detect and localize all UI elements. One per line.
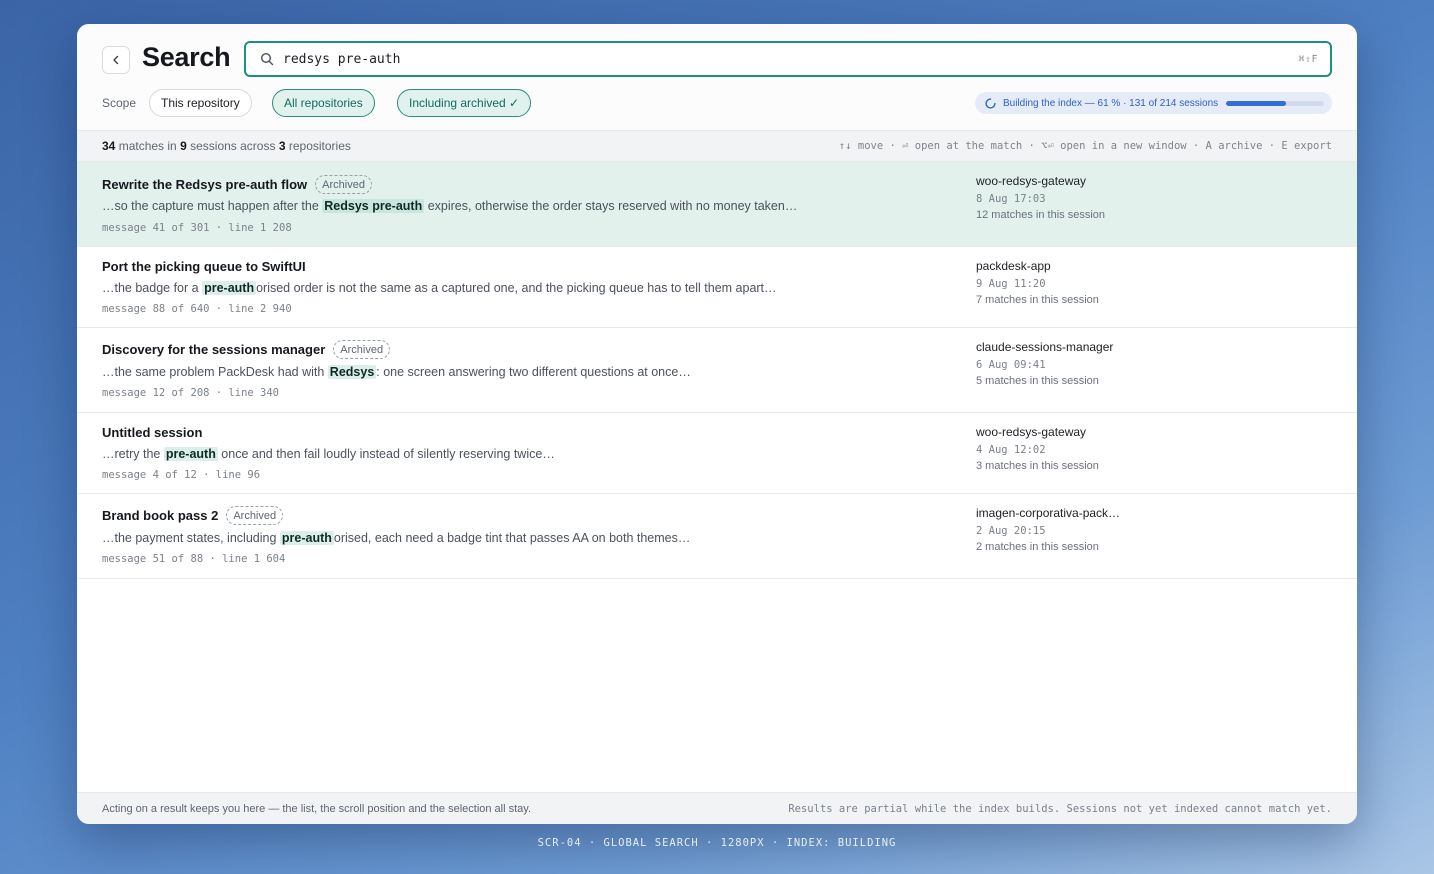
result-repo: woo-redsys-gateway [976, 174, 1087, 188]
results-list: Rewrite the Redsys pre-auth flow Archive… [77, 162, 1357, 579]
scope-this-repository-chip[interactable]: This repository [149, 89, 252, 117]
repository-count-label: repositories [288, 139, 351, 153]
archived-badge: Archived [315, 175, 372, 194]
result-snippet: …retry the pre-auth once and then fail l… [102, 447, 555, 461]
repository-count: 3 [278, 139, 286, 153]
result-snippet: …the badge for a pre-auth orised order is… [102, 281, 777, 295]
scope-label: Scope [102, 96, 137, 110]
snippet-match: pre-auth [279, 531, 334, 545]
screen-caption: SCR-04 · GLOBAL SEARCH · 1280PX · INDEX:… [537, 837, 897, 849]
result-repo: woo-redsys-gateway [976, 425, 1087, 439]
snippet-after: : one screen answering two different que… [376, 365, 691, 379]
result-match-count: 5 matches in this session [976, 375, 1099, 387]
footer-note: Acting on a result keeps you here — the … [102, 803, 532, 815]
result-row[interactable]: Discovery for the sessions manager Archi… [77, 328, 1357, 413]
snippet-after: expires, otherwise the order stays reser… [424, 199, 798, 213]
result-date: 9 Aug 11:20 [976, 278, 1046, 290]
result-repo: packdesk-app [976, 259, 1051, 273]
result-match-count: 2 matches in this session [976, 541, 1099, 553]
result-location: message 51 of 88 · line 1 604 [102, 553, 286, 565]
result-repo: claude-sessions-manager [976, 340, 1114, 354]
result-title: Rewrite the Redsys pre-auth flow [102, 177, 308, 192]
result-location: message 4 of 12 · line 96 [102, 469, 261, 481]
index-progress-fill [1226, 100, 1286, 106]
footer-index-note: Results are partial while the index buil… [788, 803, 1332, 815]
page-title: Search [142, 42, 231, 72]
result-title: Untitled session [102, 425, 203, 440]
match-count-label: matches in [118, 139, 177, 153]
search-field[interactable]: ⌘⇧F [244, 41, 1332, 77]
scope-all-repositories-chip[interactable]: All repositories [272, 89, 375, 117]
snippet-before: …retry the [102, 447, 164, 461]
spinner-icon [985, 97, 996, 109]
search-icon [260, 52, 274, 66]
archived-badge: Archived [226, 506, 284, 525]
snippet-before: …the same problem PackDesk had with [102, 365, 328, 379]
result-match-count: 7 matches in this session [976, 294, 1099, 306]
search-window: Search ⌘⇧F Scope This repository All rep… [77, 24, 1357, 824]
results-summary-bar: 34 matches in 9 sessions across 3 reposi… [77, 130, 1357, 162]
snippet-match: pre-auth [202, 281, 257, 295]
footer-bar: Acting on a result keeps you here — the … [77, 792, 1357, 824]
result-match-count: 12 matches in this session [976, 209, 1106, 221]
result-row[interactable]: Port the picking queue to SwiftUI …the b… [77, 247, 1357, 328]
index-status-text: Building the index — 61 % · 131 of 214 s… [1003, 97, 1219, 109]
session-count: 9 [180, 139, 187, 153]
snippet-before: …the payment states, including [102, 531, 280, 545]
snippet-before: …the badge for a [102, 281, 203, 295]
match-count: 34 [102, 139, 116, 153]
result-date: 8 Aug 17:03 [976, 193, 1046, 205]
back-button[interactable] [102, 46, 130, 74]
result-match-count: 3 matches in this session [976, 460, 1099, 472]
result-row[interactable]: Rewrite the Redsys pre-auth flow Archive… [77, 162, 1357, 247]
result-snippet: …so the capture must happen after the Re… [102, 199, 797, 213]
search-header: Search ⌘⇧F Scope This repository All rep… [77, 24, 1357, 130]
keyboard-shortcuts: ↑↓ move · ⏎ open at the match · ⌥⏎ open … [838, 140, 1332, 152]
result-date: 4 Aug 12:02 [976, 444, 1046, 456]
result-location: message 41 of 301 · line 1 208 [102, 222, 292, 234]
result-location: message 12 of 208 · line 340 [102, 387, 280, 399]
result-location: message 88 of 640 · line 2 940 [102, 303, 292, 315]
snippet-match: Redsys [327, 365, 377, 379]
result-title: Brand book pass 2 [102, 508, 219, 523]
archived-badge: Archived [333, 340, 391, 359]
shortcut-hint: ⌘⇧F [1298, 53, 1318, 65]
search-input[interactable] [283, 51, 1299, 67]
snippet-match: pre-auth [163, 447, 218, 461]
result-snippet: …the same problem PackDesk had with Reds… [102, 365, 691, 379]
snippet-after: orised, each need a badge tint that pass… [333, 531, 691, 545]
result-title: Discovery for the sessions manager [102, 342, 326, 357]
result-date: 2 Aug 20:15 [976, 525, 1046, 537]
snippet-after: once and then fail loudly instead of sil… [217, 447, 555, 461]
snippet-before: …so the capture must happen after the [102, 199, 323, 213]
scope-including-archived-chip[interactable]: Including archived ✓ [397, 89, 532, 117]
result-snippet: …the payment states, including pre-auth o… [102, 531, 690, 545]
result-title: Port the picking queue to SwiftUI [102, 259, 306, 274]
chevron-left-icon [113, 55, 119, 65]
result-date: 6 Aug 09:41 [976, 359, 1046, 371]
result-row[interactable]: Brand book pass 2 Archived …the payment … [77, 494, 1357, 579]
result-row[interactable]: Untitled session …retry the pre-auth onc… [77, 413, 1357, 494]
snippet-after: orised order is not the same as a captur… [256, 281, 777, 295]
index-status: Building the index — 61 % · 131 of 214 s… [975, 92, 1332, 114]
index-progress-bar [1226, 100, 1324, 106]
snippet-match: Redsys pre-auth [322, 199, 425, 213]
result-repo: imagen-corporativa-pack… [976, 506, 1121, 520]
session-count-label: sessions across [190, 139, 276, 153]
results-summary: 34 matches in 9 sessions across 3 reposi… [102, 139, 351, 153]
